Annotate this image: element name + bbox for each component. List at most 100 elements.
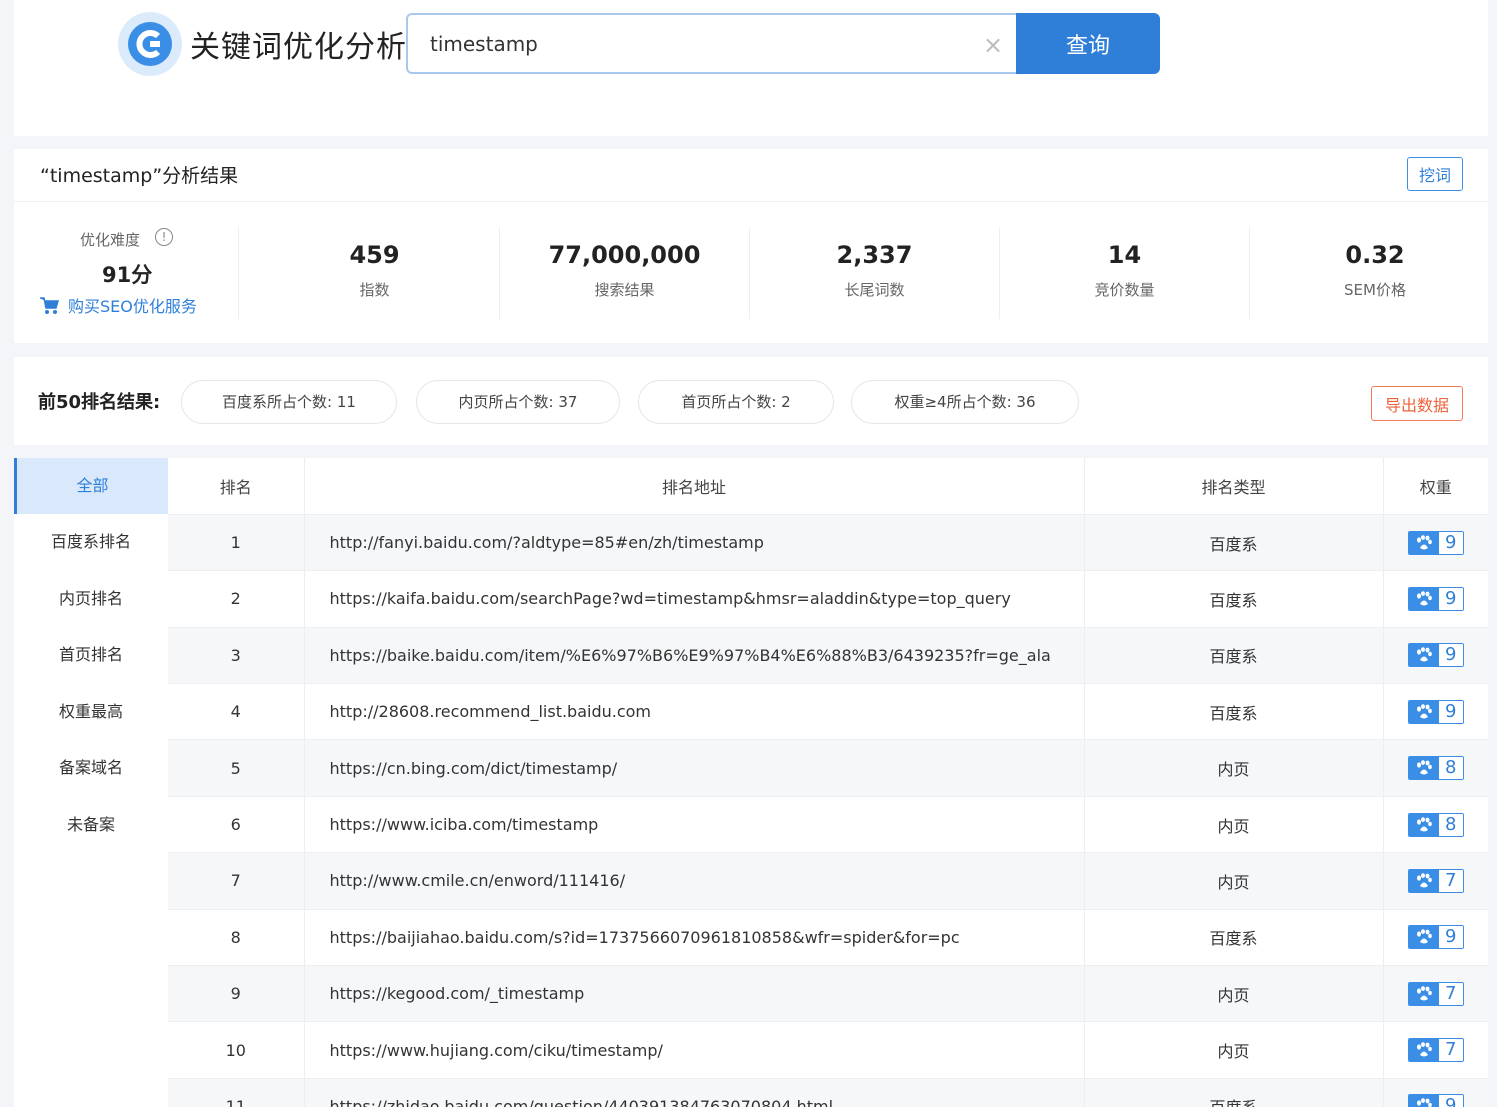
pill-home-page-count: 首页所占个数: 2 (638, 380, 834, 424)
search-box: × (406, 13, 1017, 74)
weight-value: 9 (1438, 700, 1463, 723)
table-header-row: 排名 排名地址 排名类型 权重 (168, 458, 1488, 515)
table-row: 7 http://www.cmile.cn/enword/111416/内页 7 (168, 852, 1488, 910)
type-cell: 内页 (1084, 965, 1384, 1023)
type-cell: 内页 (1084, 852, 1384, 910)
weight-cell: 8 (1383, 739, 1488, 797)
stat-value: 459 (349, 241, 400, 269)
url-link[interactable]: http://fanyi.baidu.com/?aldtype=85#en/zh… (304, 514, 1085, 572)
weight-badge[interactable]: 8 (1407, 812, 1464, 837)
type-cell: 百度系 (1084, 514, 1384, 572)
rank-cell: 11 (168, 1078, 305, 1107)
rank-cell: 6 (168, 796, 305, 854)
table-row: 3 https://baike.baidu.com/item/%E6%97%B6%… (168, 627, 1488, 685)
weight-value: 7 (1438, 1039, 1463, 1062)
weight-badge[interactable]: 9 (1407, 530, 1464, 555)
url-link[interactable]: https://www.hujiang.com/ciku/timestamp/ (304, 1021, 1085, 1079)
rank-cell: 7 (168, 852, 305, 910)
header-weight: 权重 (1383, 458, 1488, 515)
weight-badge[interactable]: 9 (1407, 1094, 1464, 1107)
weight-value: 9 (1438, 531, 1463, 554)
weight-cell: 7 (1383, 852, 1488, 910)
baidu-paw-icon (1408, 982, 1439, 1005)
baidu-paw-icon (1408, 644, 1439, 667)
rank-cell: 9 (168, 965, 305, 1023)
filter-home-page-rank[interactable]: 首页排名 (14, 627, 168, 683)
filter-registered-domain[interactable]: 备案域名 (14, 740, 168, 796)
table-row: 11 https://zhidao.baidu.com/question/4403… (168, 1078, 1488, 1107)
weight-value: 9 (1438, 587, 1463, 610)
filter-highest-weight[interactable]: 权重最高 (14, 684, 168, 740)
rank-cell: 3 (168, 627, 305, 685)
stat-label: 长尾词数 (844, 281, 905, 299)
weight-badge[interactable]: 7 (1407, 1038, 1464, 1063)
filter-all[interactable]: 全部 (14, 458, 168, 514)
weight-badge[interactable]: 9 (1407, 643, 1464, 668)
clear-icon[interactable]: × (982, 33, 1004, 57)
search-input[interactable] (430, 29, 970, 59)
url-link[interactable]: https://cn.bing.com/dict/timestamp/ (304, 739, 1085, 797)
difficulty-score: 91分 (102, 263, 153, 287)
filter-baidu-rank[interactable]: 百度系排名 (14, 514, 168, 570)
stat-label: 搜索结果 (594, 281, 655, 299)
info-icon[interactable]: ! (155, 228, 173, 246)
weight-value: 8 (1438, 757, 1463, 780)
baidu-paw-icon (1408, 1095, 1439, 1107)
table-row: 10 https://www.hujiang.com/ciku/timestamp… (168, 1021, 1488, 1079)
stat-bid-count: 14 竞价数量 (1000, 227, 1250, 319)
url-link[interactable]: https://baijiahao.baidu.com/s?id=1737566… (304, 909, 1085, 967)
weight-badge[interactable]: 7 (1407, 868, 1464, 893)
ranking-table-wrap: 排名 排名地址 排名类型 权重 1 http://fanyi.baidu.com/… (168, 458, 1488, 1107)
search-button[interactable]: 查询 (1016, 13, 1160, 74)
type-cell: 百度系 (1084, 570, 1384, 628)
weight-cell: 9 (1383, 683, 1488, 741)
url-link[interactable]: https://zhidao.baidu.com/question/440391… (304, 1078, 1085, 1107)
stat-index: 459 指数 (250, 227, 500, 319)
top50-card: 前50排名结果: 百度系所占个数: 11 内页所占个数: 37 首页所占个数: … (14, 357, 1488, 445)
baidu-paw-icon (1408, 531, 1439, 554)
analysis-card: “timestamp”分析结果 挖词 优化难度 ! 91分 购买SEO优化服务 … (14, 149, 1488, 343)
logo (118, 12, 182, 76)
weight-value: 7 (1438, 869, 1463, 892)
url-link[interactable]: http://28608.recommend_list.baidu.com (304, 683, 1085, 741)
url-link[interactable]: https://www.iciba.com/timestamp (304, 796, 1085, 854)
filter-inner-page-rank[interactable]: 内页排名 (14, 571, 168, 627)
rank-cell: 8 (168, 909, 305, 967)
table-row: 4 http://28608.recommend_list.baidu.com 百度… (168, 683, 1488, 741)
weight-value: 7 (1438, 982, 1463, 1005)
type-cell: 百度系 (1084, 909, 1384, 967)
header-card: 关键词优化分析 × 查询 (14, 0, 1488, 136)
weight-cell: 7 (1383, 965, 1488, 1023)
export-data-button[interactable]: 导出数据 (1371, 386, 1463, 421)
filter-sidebar: 全部 百度系排名 内页排名 首页排名 权重最高 备案域名 未备案 (14, 458, 168, 1107)
weight-badge[interactable]: 9 (1407, 925, 1464, 950)
url-link[interactable]: https://baike.baidu.com/item/%E6%97%B6%E… (304, 627, 1085, 685)
weight-badge[interactable]: 9 (1407, 699, 1464, 724)
type-cell: 百度系 (1084, 1078, 1384, 1107)
table-row: 9 https://kegood.com/_timestamp 内页 7 (168, 965, 1488, 1023)
buy-seo-link[interactable]: 购买SEO优化服务 (40, 293, 197, 317)
url-link[interactable]: https://kaifa.baidu.com/searchPage?wd=ti… (304, 570, 1085, 628)
baidu-paw-icon (1408, 1039, 1439, 1062)
pill-weight-count: 权重≥4所占个数: 36 (851, 380, 1079, 424)
rank-cell: 2 (168, 570, 305, 628)
weight-badge[interactable]: 7 (1407, 981, 1464, 1006)
stat-label: 指数 (359, 281, 390, 299)
analysis-title: “timestamp”分析结果 (40, 165, 239, 187)
baidu-paw-icon (1408, 869, 1439, 892)
stat-longtail: 2,337 长尾词数 (750, 227, 1000, 319)
type-cell: 百度系 (1084, 683, 1384, 741)
url-link[interactable]: http://www.cmile.cn/enword/111416/ (304, 852, 1085, 910)
stat-value: 77,000,000 (548, 241, 701, 269)
buy-seo-label: 购买SEO优化服务 (68, 297, 197, 316)
pill-inner-page-count: 内页所占个数: 37 (416, 380, 620, 424)
filter-unregistered[interactable]: 未备案 (14, 797, 168, 853)
top50-label: 前50排名结果: (38, 392, 161, 413)
app-title: 关键词优化分析 (190, 30, 407, 65)
table-row: 1 http://fanyi.baidu.com/?aldtype=85#en/z… (168, 514, 1488, 572)
dig-words-button[interactable]: 挖词 (1407, 157, 1463, 191)
baidu-paw-icon (1408, 587, 1439, 610)
url-link[interactable]: https://kegood.com/_timestamp (304, 965, 1085, 1023)
weight-badge[interactable]: 8 (1407, 756, 1464, 781)
weight-badge[interactable]: 9 (1407, 586, 1464, 611)
